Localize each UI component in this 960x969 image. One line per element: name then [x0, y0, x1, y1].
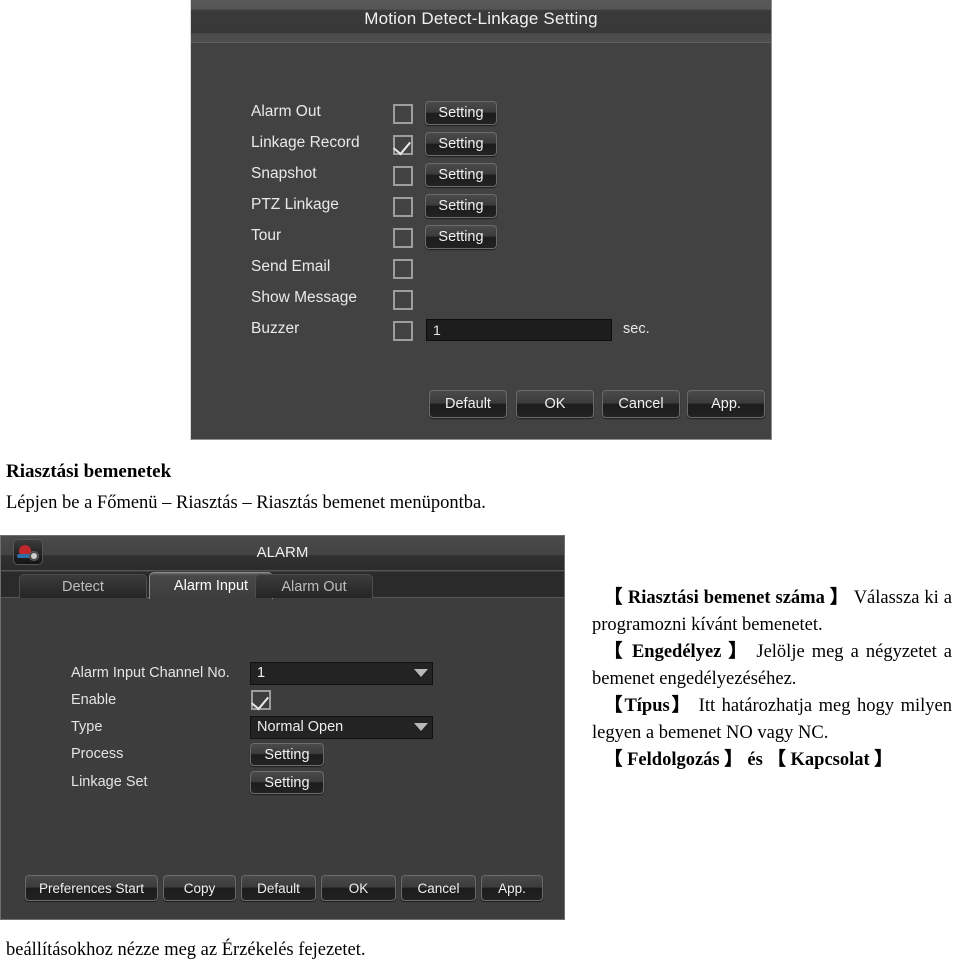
cancel-button[interactable]: Cancel: [602, 390, 680, 418]
ok-button[interactable]: OK: [516, 390, 594, 418]
checkbox-tour[interactable]: [393, 228, 413, 248]
checkbox-enable[interactable]: [251, 690, 271, 710]
row-snapshot: Snapshot Setting: [191, 163, 771, 189]
ok-button[interactable]: OK: [321, 875, 396, 901]
apply-button[interactable]: App.: [481, 875, 543, 901]
dialog-body: Alarm Out Setting Linkage Record Setting…: [191, 44, 771, 439]
row-process: Process Setting: [1, 743, 564, 768]
label-alarm-out: Alarm Out: [251, 103, 321, 120]
buzzer-duration-input[interactable]: 1: [426, 319, 612, 341]
row-type: Type Normal Open: [1, 716, 564, 741]
term-process-linkage: 【 Feldolgozás 】 és 【 Kapcsolat 】: [604, 750, 893, 770]
setting-button-snapshot[interactable]: Setting: [425, 163, 497, 187]
alarm-body: Alarm Input Channel No. 1 Enable Type No…: [1, 599, 564, 919]
alarm-tabbar: Detect Alarm Input Alarm Out: [1, 572, 564, 599]
checkbox-ptz-linkage[interactable]: [393, 197, 413, 217]
checkbox-linkage-record[interactable]: [393, 135, 413, 155]
type-select[interactable]: Normal Open: [250, 716, 433, 739]
label-alarm-input-channel: Alarm Input Channel No.: [71, 665, 230, 681]
page-title: Riasztási bemenetek: [6, 461, 172, 482]
label-tour: Tour: [251, 227, 282, 244]
row-enable: Enable: [1, 689, 564, 714]
tab-detect[interactable]: Detect: [19, 574, 147, 598]
buzzer-unit-label: sec.: [623, 321, 650, 337]
label-ptz-linkage: PTZ Linkage: [251, 196, 339, 213]
row-tour: Tour Setting: [191, 225, 771, 251]
chevron-down-icon: [414, 669, 428, 677]
checkbox-snapshot[interactable]: [393, 166, 413, 186]
label-linkage-record: Linkage Record: [251, 134, 360, 151]
term-alarm-input-number: 【 Riasztási bemenet száma 】: [604, 588, 849, 608]
type-value: Normal Open: [257, 719, 344, 735]
cancel-button[interactable]: Cancel: [401, 875, 476, 901]
bottom-paragraph: beállításokhoz nézze meg az Érzékelés fe…: [6, 940, 366, 960]
term-enable: 【 Engedélyez 】: [604, 642, 750, 662]
paragraph-alarm-input-number: 【 Riasztási bemenet száma 】 Válassza ki …: [592, 585, 952, 639]
preferences-start-button[interactable]: Preferences Start: [25, 875, 158, 901]
checkbox-send-email[interactable]: [393, 259, 413, 279]
chevron-down-icon: [414, 723, 428, 731]
default-button[interactable]: Default: [429, 390, 507, 418]
dialog-footer: Default OK Cancel App.: [191, 390, 771, 418]
dialog-titlebar: Motion Detect-Linkage Setting: [191, 0, 771, 43]
copy-button[interactable]: Copy: [163, 875, 236, 901]
paragraph-type: 【Típus】 Itt határozhatja meg hogy milyen…: [592, 693, 952, 747]
default-button[interactable]: Default: [241, 875, 316, 901]
label-send-email: Send Email: [251, 258, 331, 275]
row-linkage-record: Linkage Record Setting: [191, 132, 771, 158]
apply-button[interactable]: App.: [687, 390, 765, 418]
checkbox-alarm-out[interactable]: [393, 104, 413, 124]
label-enable: Enable: [71, 692, 117, 708]
process-setting-button[interactable]: Setting: [250, 743, 324, 766]
checkbox-buzzer[interactable]: [393, 321, 413, 341]
tab-alarm-out[interactable]: Alarm Out: [255, 574, 373, 598]
intro-paragraph: Lépjen be a Főmenü – Riasztás – Riasztás…: [6, 493, 486, 513]
label-snapshot: Snapshot: [251, 165, 317, 182]
setting-button-alarm-out[interactable]: Setting: [425, 101, 497, 125]
alarm-titlebar: ALARM: [1, 536, 564, 571]
checkbox-show-message[interactable]: [393, 290, 413, 310]
row-send-email: Send Email: [191, 256, 771, 282]
alarm-input-channel-select[interactable]: 1: [250, 662, 433, 685]
label-linkage-set: Linkage Set: [71, 774, 148, 790]
row-linkage-set: Linkage Set Setting: [1, 771, 564, 796]
label-buzzer: Buzzer: [251, 320, 300, 337]
paragraph-process-linkage: 【 Feldolgozás 】 és 【 Kapcsolat 】: [592, 747, 952, 774]
row-alarm-input-channel: Alarm Input Channel No. 1: [1, 662, 564, 687]
setting-button-ptz-linkage[interactable]: Setting: [425, 194, 497, 218]
term-type: 【Típus】: [604, 696, 693, 716]
paragraph-enable: 【 Engedélyez 】 Jelölje meg a négyzetet a…: [592, 639, 952, 693]
description-column: 【 Riasztási bemenet száma 】 Válassza ki …: [592, 585, 952, 774]
alarm-footer: Preferences Start Copy Default OK Cancel…: [1, 875, 564, 901]
row-alarm-out: Alarm Out Setting: [191, 101, 771, 127]
label-show-message: Show Message: [251, 289, 357, 306]
setting-button-linkage-record[interactable]: Setting: [425, 132, 497, 156]
label-type: Type: [71, 719, 103, 735]
setting-button-tour[interactable]: Setting: [425, 225, 497, 249]
alarm-panel: ALARM Detect Alarm Input Alarm Out Alarm…: [0, 535, 565, 920]
row-buzzer: Buzzer 1 sec.: [191, 318, 771, 344]
linkage-set-setting-button[interactable]: Setting: [250, 771, 324, 794]
motion-detect-linkage-dialog: Motion Detect-Linkage Setting Alarm Out …: [190, 0, 772, 440]
alarm-input-channel-value: 1: [257, 665, 266, 681]
row-show-message: Show Message: [191, 287, 771, 313]
label-process: Process: [71, 746, 124, 762]
row-ptz-linkage: PTZ Linkage Setting: [191, 194, 771, 220]
alarm-panel-title: ALARM: [256, 544, 309, 561]
dialog-title: Motion Detect-Linkage Setting: [364, 9, 598, 28]
